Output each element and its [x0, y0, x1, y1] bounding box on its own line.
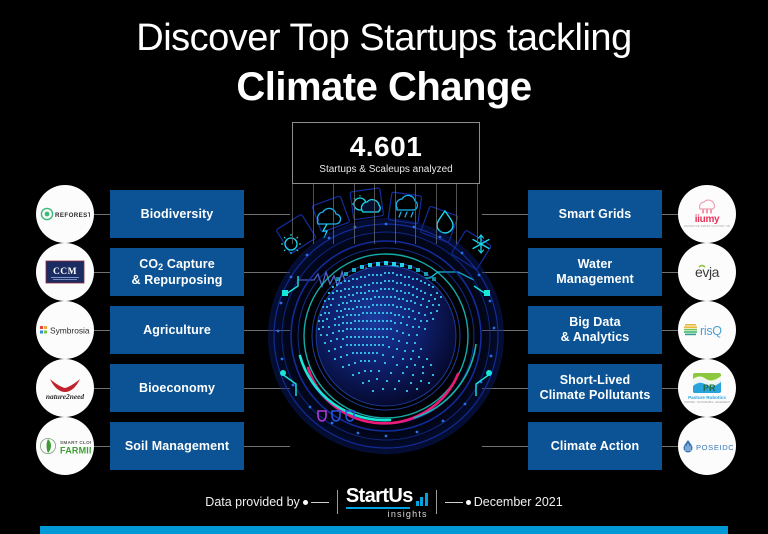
category-box-bioeconomy[interactable]: Bioeconomy — [110, 364, 244, 412]
category-row-big-data[interactable]: Big Data & Analytics risQ — [482, 301, 736, 359]
category-row-bioeconomy[interactable]: nature2need Bioeconomy — [36, 359, 290, 417]
category-box-water-management[interactable]: Water Management — [528, 248, 662, 296]
svg-text:Pasture Robotics: Pasture Robotics — [688, 395, 726, 400]
category-label: CO2 Capture & Repurposing — [131, 256, 223, 287]
smart-cloud-farming-logo: SMART CLOUD FARMING — [36, 417, 94, 475]
stat-caption: Startups & Scaleups analyzed — [319, 163, 453, 175]
footer-line — [310, 501, 329, 503]
stat-value: 4.601 — [349, 130, 423, 162]
connector-line — [662, 387, 678, 389]
category-box-big-data[interactable]: Big Data & Analytics — [528, 306, 662, 354]
connector-line — [94, 445, 110, 447]
category-box-biodiversity[interactable]: Biodiversity — [110, 190, 244, 238]
stat-box-hairlines — [292, 182, 478, 244]
poseidon-logo: POSEIDON — [678, 417, 736, 475]
category-label: Short-Lived Climate Pollutants — [539, 373, 651, 402]
category-label: Soil Management — [124, 438, 230, 453]
risq-logo: risQ — [678, 301, 736, 359]
startus-insights-logo[interactable]: StartUs insights — [345, 484, 428, 519]
category-label: Climate Action — [550, 438, 640, 453]
category-row-water-management[interactable]: Water Management evja — [482, 243, 736, 301]
svg-text:SMART CLOUD: SMART CLOUD — [60, 440, 91, 445]
svg-text:iiumy: iiumy — [695, 214, 720, 225]
svg-text:nature2need: nature2need — [46, 392, 84, 401]
provided-by-label: Data provided by — [205, 495, 300, 509]
hairline — [415, 182, 417, 244]
svg-text:CCM: CCM — [53, 267, 77, 277]
category-box-smart-grids[interactable]: Smart Grids — [528, 190, 662, 238]
category-row-co2-capture[interactable]: CCM CO2 Capture & Repurposing — [36, 243, 290, 301]
reforestum-logo: REFORESTUM — [36, 185, 94, 243]
category-label: Water Management — [556, 257, 634, 286]
category-box-climate-action[interactable]: Climate Action — [528, 422, 662, 470]
footer-attribution: Data provided by StartUs insights Decemb… — [0, 484, 768, 519]
pasture-robotics-logo: PR Pasture Robotics AUTOMATED . SUSTAINA… — [678, 359, 736, 417]
category-row-climate-action[interactable]: Climate Action POSEIDON — [482, 417, 736, 475]
svg-text:REFORESTUM: REFORESTUM — [55, 212, 90, 219]
connector-line — [94, 213, 110, 215]
hairline — [374, 182, 376, 244]
ccm-logo: CCM — [36, 243, 94, 301]
hairline — [394, 182, 396, 244]
evja-logo: evja — [678, 243, 736, 301]
bullet-dot — [465, 499, 471, 505]
category-row-biodiversity[interactable]: REFORESTUM Biodiversity — [36, 185, 290, 243]
hairline — [333, 182, 335, 244]
svg-text:AUTOMATED . SUSTAINABLE . REGE: AUTOMATED . SUSTAINABLE . REGENERATIVE — [684, 401, 730, 404]
svg-text:FARMING: FARMING — [60, 446, 91, 456]
connector-line — [94, 271, 110, 273]
hairline — [456, 182, 458, 244]
footer-line — [444, 501, 463, 503]
brand-name: StartUs — [345, 484, 414, 507]
category-label: Bioeconomy — [138, 380, 215, 395]
svg-text:PR: PR — [703, 383, 716, 393]
symbrosia-logo: Symbrosia — [36, 301, 94, 359]
connector-line — [94, 329, 110, 331]
category-label: Agriculture — [143, 322, 211, 337]
hairline — [353, 182, 355, 244]
hairline — [476, 182, 478, 244]
bullet-dot — [302, 499, 308, 505]
stat-box: 4.601 Startups & Scaleups analyzed — [292, 122, 480, 184]
category-label: Smart Grids — [558, 206, 632, 221]
svg-text:POSEIDON: POSEIDON — [696, 443, 733, 452]
category-label: Big Data & Analytics — [560, 315, 630, 344]
connector-line — [662, 329, 678, 331]
svg-text:INNOVATIVE SMART FACTORY SRL: INNOVATIVE SMART FACTORY SRL — [684, 224, 730, 228]
infographic-canvas: Discover Top Startups tackling Climate C… — [0, 0, 768, 534]
svg-text:Symbrosia: Symbrosia — [50, 326, 90, 336]
page-title: Discover Top Startups tackling Climate C… — [0, 14, 768, 112]
category-row-short-lived-pollutants[interactable]: Short-Lived Climate Pollutants PR Pasture… — [482, 359, 736, 417]
svg-text:risQ: risQ — [700, 324, 722, 338]
hairline — [312, 182, 314, 244]
bottom-accent-bar — [40, 526, 728, 534]
title-line-2: Climate Change — [236, 65, 532, 109]
title-line-1: Discover Top Startups tackling — [136, 17, 632, 59]
hairline — [292, 182, 293, 244]
brand-subtitle: insights — [387, 508, 428, 519]
connector-line — [662, 213, 678, 215]
category-label: Biodiversity — [140, 206, 214, 221]
nature2need-logo: nature2need — [36, 359, 94, 417]
hairline — [435, 182, 437, 244]
iiumy-logo: iiumy INNOVATIVE SMART FACTORY SRL — [678, 185, 736, 243]
category-box-co2-capture[interactable]: CO2 Capture & Repurposing — [110, 248, 244, 296]
bar-chart-icon — [415, 492, 428, 506]
connector-line — [662, 271, 678, 273]
connector-line — [94, 387, 110, 389]
category-row-agriculture[interactable]: Symbrosia Agriculture — [36, 301, 290, 359]
footer-divider — [435, 490, 437, 514]
footer-divider — [336, 490, 338, 514]
date-label: December 2021 — [473, 495, 563, 509]
category-row-smart-grids[interactable]: Smart Grids iiumy INNOVATIVE SMART FACTO… — [482, 185, 736, 243]
category-box-soil-management[interactable]: Soil Management — [110, 422, 244, 470]
category-box-agriculture[interactable]: Agriculture — [110, 306, 244, 354]
category-box-short-lived-pollutants[interactable]: Short-Lived Climate Pollutants — [528, 364, 662, 412]
connector-line — [662, 445, 678, 447]
category-row-soil-management[interactable]: SMART CLOUD FARMING Soil Management — [36, 417, 290, 475]
